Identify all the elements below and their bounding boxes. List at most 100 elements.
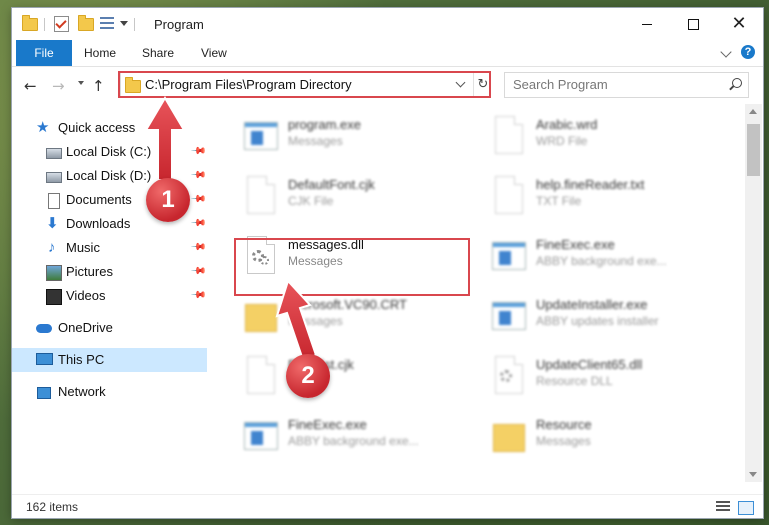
sidebar-item-music[interactable]: ♪ Music 📌 [12, 236, 207, 260]
tiles-view-icon[interactable] [738, 501, 754, 515]
quick-access-dropdown-icon[interactable] [120, 21, 128, 26]
network-icon [37, 387, 51, 399]
address-path[interactable]: C:\Program Files\Program Directory [145, 77, 352, 92]
file-item[interactable]: FineExec.exe ABBY background exe... [480, 228, 720, 280]
sidebar-item-label: Pictures [66, 264, 113, 279]
pin-icon[interactable]: 📌 [190, 143, 207, 160]
properties-check-icon[interactable] [54, 16, 69, 32]
file-icon [244, 354, 276, 394]
app-icon [492, 294, 526, 334]
sidebar-item-quick-access[interactable]: ★ Quick access [12, 116, 207, 140]
divider [44, 18, 45, 31]
scroll-up-icon[interactable] [749, 109, 757, 114]
download-icon: ⬇ [46, 215, 59, 232]
cloud-icon [36, 324, 52, 333]
file-type: Resource DLL [536, 374, 613, 388]
file-icon [492, 114, 524, 154]
navigation-bar: ← → ↑ C:\Program Files\Program Directory… [12, 67, 763, 103]
file-name: FontList.cjk [288, 357, 354, 372]
pin-icon[interactable]: 📌 [190, 191, 207, 208]
file-name: Microsoft.VC90.CRT [288, 297, 407, 312]
tab-home[interactable]: Home [82, 40, 118, 66]
tab-share[interactable]: Share [140, 40, 176, 66]
videos-icon [46, 289, 62, 305]
file-name: Arabic.wrd [536, 117, 598, 132]
sidebar-item-local-disk-c[interactable]: Local Disk (C:) 📌 [12, 140, 207, 164]
file-type: ABBY background exe... [288, 434, 419, 448]
file-name: FineExec.exe [288, 417, 367, 432]
file-item[interactable]: Arabic.wrd WRD File [480, 108, 720, 160]
pin-icon[interactable]: 📌 [190, 239, 207, 256]
close-button[interactable]: ✕ [716, 8, 762, 40]
customize-list-icon[interactable] [100, 17, 114, 30]
file-item-messages-dll[interactable]: messages.dll Messages [232, 228, 472, 280]
folder-icon [244, 294, 277, 334]
scroll-thumb[interactable] [747, 124, 760, 176]
sidebar-item-local-disk-d[interactable]: Local Disk (D:) 📌 [12, 164, 207, 188]
file-type: Messages [288, 254, 343, 268]
file-name: DefaultFont.cjk [288, 177, 375, 192]
file-item[interactable]: Resource Messages [480, 408, 720, 460]
file-item[interactable]: UpdateInstaller.exe ABBY updates install… [480, 288, 720, 340]
address-dropdown-icon[interactable] [455, 77, 466, 88]
expand-ribbon-icon[interactable] [720, 46, 732, 58]
file-name: UpdateClient65.dll [536, 357, 643, 372]
tab-view[interactable]: View [199, 40, 229, 66]
file-item[interactable]: DefaultFont.cjk CJK File [232, 168, 472, 220]
file-item[interactable]: Microsoft.VC90.CRT Messages [232, 288, 472, 340]
scroll-down-icon[interactable] [749, 472, 757, 477]
minimize-button[interactable] [624, 8, 670, 40]
forward-arrow-icon[interactable]: → [52, 77, 65, 95]
file-type: CJK File [288, 194, 334, 208]
file-icon [492, 174, 524, 214]
computer-icon [36, 353, 53, 365]
refresh-icon[interactable]: ↻ [473, 73, 492, 97]
sidebar-item-videos[interactable]: Videos 📌 [12, 284, 207, 308]
pin-icon[interactable]: 📌 [190, 287, 207, 304]
sidebar-item-network[interactable]: Network [12, 380, 207, 404]
sidebar-item-label: Network [58, 384, 106, 399]
pin-icon[interactable]: 📌 [190, 263, 207, 280]
folder-icon [492, 414, 525, 454]
maximize-icon [687, 18, 699, 30]
file-name: help.fineReader.txt [536, 177, 645, 192]
disk-icon [46, 148, 62, 159]
dll-gear-icon [492, 354, 524, 394]
recent-locations-icon[interactable] [78, 81, 84, 85]
sidebar-item-pictures[interactable]: Pictures 📌 [12, 260, 207, 284]
pin-icon[interactable]: 📌 [190, 167, 207, 184]
file-explorer-window: Program ✕ File Home Share View ? ← → ↑ C… [12, 8, 763, 518]
pictures-icon [46, 265, 62, 281]
search-box[interactable]: Search Program [504, 72, 749, 98]
file-item[interactable]: FineExec.exe ABBY background exe... [232, 408, 472, 460]
sidebar-item-documents[interactable]: Documents 📌 [12, 188, 207, 212]
search-input[interactable]: Search Program [513, 77, 608, 92]
title-bar: Program ✕ [12, 8, 763, 40]
maximize-button[interactable] [670, 8, 716, 40]
tab-file[interactable]: File [16, 40, 72, 66]
divider [134, 18, 135, 31]
close-icon: ✕ [731, 13, 747, 34]
vertical-scrollbar[interactable] [745, 104, 762, 482]
file-type: ABBY background exe... [536, 254, 667, 268]
details-view-icon[interactable] [716, 501, 730, 513]
sidebar-item-label: Downloads [66, 216, 131, 231]
address-bar[interactable]: C:\Program Files\Program Directory ↻ [120, 72, 491, 98]
file-item[interactable]: help.fineReader.txt TXT File [480, 168, 720, 220]
file-icon [244, 174, 276, 214]
search-icon[interactable] [732, 78, 742, 88]
document-icon [48, 193, 60, 209]
sidebar-item-downloads[interactable]: ⬇ Downloads 📌 [12, 212, 207, 236]
up-arrow-icon[interactable]: ↑ [92, 77, 105, 95]
file-item[interactable]: FontList.cjk [232, 348, 472, 400]
file-type: Messages [288, 134, 343, 148]
pin-icon[interactable]: 📌 [190, 215, 207, 232]
sidebar-item-this-pc[interactable]: This PC [12, 348, 207, 372]
file-item[interactable]: UpdateClient65.dll Resource DLL [480, 348, 720, 400]
file-type: ABBY updates installer [536, 314, 659, 328]
new-folder-icon[interactable] [78, 14, 94, 32]
back-arrow-icon[interactable]: ← [24, 77, 37, 95]
sidebar-item-onedrive[interactable]: OneDrive [12, 316, 207, 340]
help-icon[interactable]: ? [741, 45, 755, 59]
file-item[interactable]: program.exe Messages [232, 108, 472, 160]
